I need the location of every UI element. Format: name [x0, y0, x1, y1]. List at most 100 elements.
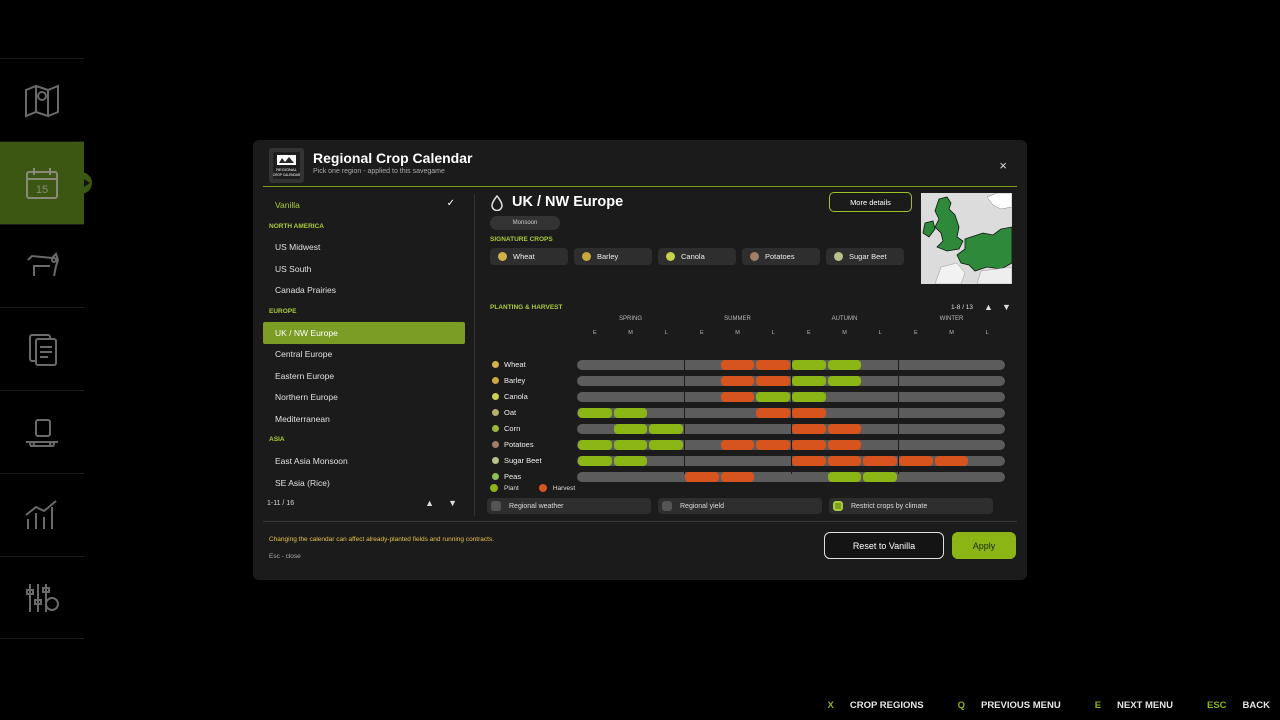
hint-next-menu[interactable]: E NEXT MENU [1095, 700, 1173, 711]
region-item-mediterranean[interactable]: Mediterranean [263, 408, 465, 429]
harvest-segment [720, 392, 755, 402]
harvest-dot-icon [538, 484, 547, 492]
nav-animals[interactable] [0, 224, 84, 307]
crop-scroll-up-button[interactable]: ▲ [984, 302, 993, 312]
wheat-icon [498, 252, 507, 261]
nav-calendar[interactable]: 15 [0, 141, 92, 224]
scroll-down-button[interactable]: ▼ [448, 498, 457, 508]
signature-crops-label: SIGNATURE CROPS [490, 236, 553, 243]
crop-row: Barley [490, 376, 1010, 386]
period-label: M [628, 330, 633, 336]
water-drop-icon [491, 195, 503, 211]
region-item-east-asia-monsoon[interactable]: East Asia Monsoon [263, 451, 465, 472]
plant-segment [578, 440, 612, 450]
toggle-regional-yield[interactable]: Regional yield [658, 498, 822, 514]
season-separator [791, 346, 792, 474]
potato-icon [750, 252, 759, 261]
harvest-segment [827, 440, 862, 450]
plant-segment [827, 376, 862, 386]
statistics-icon [25, 500, 57, 529]
period-label: L [878, 330, 882, 336]
season-label: SUMMER [724, 316, 751, 322]
checkbox[interactable] [662, 501, 672, 511]
contracts-icon [29, 334, 57, 366]
harvest-segment [756, 440, 790, 450]
crop-scroll-down-button[interactable]: ▼ [1002, 302, 1011, 312]
toggle-regional-weather[interactable]: Regional weather [487, 498, 651, 514]
more-details-button[interactable]: More details [829, 192, 912, 212]
region-item-eastern-europe[interactable]: Eastern Europe [263, 365, 465, 386]
plant-segment [827, 472, 862, 482]
svg-text:CROP CALENDAR: CROP CALENDAR [273, 173, 301, 177]
pagination-label: 1-11 / 16 [267, 500, 295, 507]
hint-back[interactable]: ESC BACK [1207, 700, 1270, 711]
crop-name: Corn [492, 424, 520, 433]
hint-crop-regions[interactable]: X CROP REGIONS [828, 700, 924, 711]
option-toggles: Regional weather Regional yield Restrict… [487, 498, 993, 514]
period-label: M [842, 330, 847, 336]
season-separator [684, 346, 685, 474]
crop-name: Barley [492, 376, 525, 385]
signature-crops: Wheat Barley Canola Potatoes Sugar Beet [490, 248, 904, 265]
hint-previous-menu[interactable]: Q PREVIOUS MENU [958, 700, 1061, 711]
nav-contracts[interactable] [0, 307, 84, 390]
harvest-segment [827, 424, 862, 434]
apply-button[interactable]: Apply [952, 532, 1016, 559]
signature-crop-chip: Sugar Beet [826, 248, 904, 265]
region-item-canada-prairies[interactable]: Canada Prairies [263, 280, 465, 301]
warning-text: Changing the calendar can affect already… [269, 536, 494, 543]
nav-map[interactable] [0, 58, 84, 141]
harvest-segment [720, 376, 755, 386]
checkbox[interactable] [491, 501, 501, 511]
region-item-northern-europe[interactable]: Northern Europe [263, 387, 465, 408]
plant-segment [827, 360, 862, 370]
hint-key: E [1094, 700, 1102, 711]
scroll-up-button[interactable]: ▲ [425, 498, 434, 508]
plant-segment [792, 376, 826, 386]
harvest-segment [720, 360, 755, 370]
footer-divider [263, 521, 1017, 522]
region-group-header: NORTH AMERICA [269, 222, 325, 230]
crop-name: Potatoes [492, 440, 534, 449]
crop-icon [492, 409, 499, 416]
crop-row: Wheat [490, 360, 1010, 370]
region-item-us-midwest[interactable]: US Midwest [263, 237, 465, 258]
season-label: AUTUMN [831, 316, 858, 322]
close-button[interactable]: × [999, 158, 1007, 173]
toggle-restrict-crops-by-climate[interactable]: Restrict crops by climate [829, 498, 993, 514]
crop-row: Potatoes [490, 440, 1010, 450]
signature-crop-chip: Barley [574, 248, 652, 265]
region-item-vanilla[interactable]: Vanilla ✓ [263, 194, 465, 215]
crop-calendar-grid: SPRING SUMMER AUTUMN WINTER E M L E M L E M L E M L Whea… [490, 316, 1020, 482]
region-item-us-south[interactable]: US South [263, 258, 465, 279]
nav-production[interactable] [0, 390, 84, 473]
sugar-beet-icon [834, 252, 843, 261]
nav-settings[interactable] [0, 556, 84, 639]
settings-icon [26, 583, 59, 612]
crop-row: Peas [490, 472, 1010, 482]
harvest-segment [863, 456, 897, 466]
region-list: Vanilla ✓ NORTH AMERICA US Midwest US So… [263, 194, 465, 493]
calendar-icon: 15 [26, 168, 58, 199]
nav-statistics[interactable] [0, 473, 84, 556]
toggle-label: Regional yield [680, 502, 724, 510]
harvest-segment [792, 456, 826, 466]
checkbox[interactable] [833, 501, 843, 511]
signature-crop-chip: Potatoes [742, 248, 820, 265]
crop-icon [492, 377, 499, 384]
hint-label: PREVIOUS MENU [980, 700, 1061, 711]
plant-segment [792, 392, 826, 402]
reset-to-vanilla-button[interactable]: Reset to Vanilla [824, 532, 944, 559]
region-item-uk-nw-europe[interactable]: UK / NW Europe [263, 322, 465, 344]
region-item-se-asia-rice[interactable]: SE Asia (Rice) [263, 472, 465, 493]
crop-label: Wheat [504, 360, 526, 369]
region-item-central-europe[interactable]: Central Europe [263, 344, 465, 365]
region-item-label: Vanilla [275, 199, 300, 210]
crop-label: Sugar Beet [849, 252, 887, 261]
region-group-header: EUROPE [269, 308, 297, 316]
harvest-segment [827, 456, 862, 466]
production-icon [26, 419, 58, 447]
crop-name: Peas [492, 472, 521, 481]
crop-label: Barley [597, 252, 619, 261]
harvest-segment [934, 456, 969, 466]
